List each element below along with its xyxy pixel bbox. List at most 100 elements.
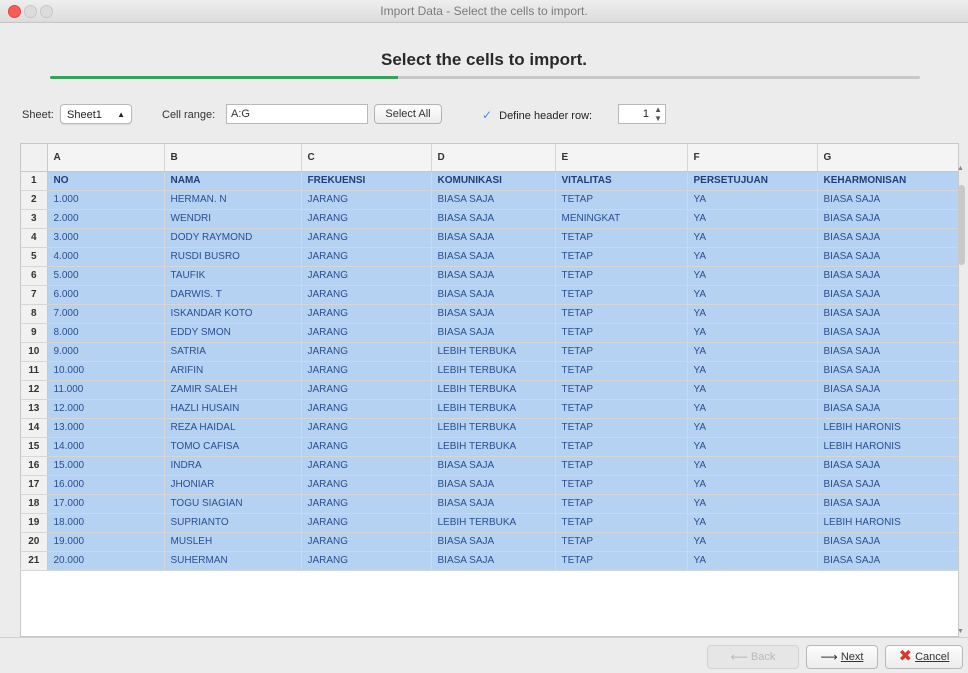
table-cell[interactable]: BIASA SAJA — [817, 247, 958, 267]
scroll-up-icon[interactable]: ▲ — [957, 165, 964, 172]
table-cell[interactable]: 8.000 — [47, 323, 165, 343]
row-number[interactable]: 15 — [21, 437, 48, 457]
table-cell[interactable]: 5.000 — [47, 266, 165, 286]
table-cell[interactable]: TOGU SIAGIAN — [164, 494, 302, 514]
table-cell[interactable]: LEBIH TERBUKA — [431, 437, 556, 457]
table-cell[interactable]: JARANG — [301, 551, 432, 571]
table-cell[interactable]: JARANG — [301, 513, 432, 533]
sheet-select[interactable]: Sheet1 ▲ — [60, 104, 132, 124]
table-cell[interactable]: TETAP — [555, 532, 688, 552]
table-cell[interactable]: SATRIA — [164, 342, 302, 362]
table-cell[interactable]: YA — [687, 323, 818, 343]
row-number[interactable]: 6 — [21, 266, 48, 286]
scrollbar-thumb[interactable] — [958, 185, 965, 265]
table-cell[interactable]: BIASA SAJA — [431, 285, 556, 305]
table-cell[interactable]: BIASA SAJA — [817, 361, 958, 381]
column-header[interactable]: D — [431, 144, 556, 172]
table-cell[interactable]: JARANG — [301, 399, 432, 419]
table-cell[interactable]: BIASA SAJA — [431, 475, 556, 495]
table-cell[interactable]: LEBIH TERBUKA — [431, 513, 556, 533]
row-number[interactable]: 1 — [21, 171, 48, 191]
table-cell[interactable]: FREKUENSI — [301, 171, 432, 191]
row-number[interactable]: 16 — [21, 456, 48, 476]
table-cell[interactable]: NO — [47, 171, 165, 191]
table-cell[interactable]: YA — [687, 266, 818, 286]
table-cell[interactable]: TETAP — [555, 418, 688, 438]
table-cell[interactable]: BIASA SAJA — [817, 456, 958, 476]
table-cell[interactable]: TETAP — [555, 551, 688, 571]
table-cell[interactable]: JARANG — [301, 437, 432, 457]
table-cell[interactable]: YA — [687, 513, 818, 533]
table-cell[interactable]: SUHERMAN — [164, 551, 302, 571]
table-cell[interactable]: ZAMIR SALEH — [164, 380, 302, 400]
table-cell[interactable]: BIASA SAJA — [431, 228, 556, 248]
table-cell[interactable]: YA — [687, 456, 818, 476]
table-cell[interactable]: YA — [687, 475, 818, 495]
table-cell[interactable]: SUPRIANTO — [164, 513, 302, 533]
table-cell[interactable]: 16.000 — [47, 475, 165, 495]
table-cell[interactable]: BIASA SAJA — [817, 228, 958, 248]
table-cell[interactable]: BIASA SAJA — [431, 247, 556, 267]
table-cell[interactable]: 6.000 — [47, 285, 165, 305]
table-cell[interactable]: JARANG — [301, 190, 432, 210]
table-cell[interactable]: 13.000 — [47, 418, 165, 438]
row-number[interactable]: 7 — [21, 285, 48, 305]
column-header[interactable]: C — [301, 144, 432, 172]
table-cell[interactable]: BIASA SAJA — [817, 342, 958, 362]
scroll-down-icon[interactable]: ▼ — [957, 628, 964, 635]
table-cell[interactable]: LEBIH TERBUKA — [431, 361, 556, 381]
table-cell[interactable]: YA — [687, 228, 818, 248]
cell-selection-grid[interactable]: A B C D E F G 1 NO NAMA FREKUENSI KOMUNIKASI… — [20, 143, 959, 637]
table-cell[interactable]: TETAP — [555, 342, 688, 362]
table-cell[interactable]: BIASA SAJA — [817, 190, 958, 210]
table-cell[interactable]: BIASA SAJA — [431, 494, 556, 514]
table-cell[interactable]: BIASA SAJA — [431, 190, 556, 210]
select-all-button[interactable]: Select All — [374, 104, 442, 124]
table-cell[interactable]: BIASA SAJA — [817, 285, 958, 305]
table-cell[interactable]: ARIFIN — [164, 361, 302, 381]
table-cell[interactable]: LEBIH HARONIS — [817, 513, 958, 533]
cell-range-input[interactable] — [226, 104, 368, 124]
cancel-button[interactable]: ✖ Cancel — [885, 645, 963, 669]
table-cell[interactable]: YA — [687, 418, 818, 438]
table-cell[interactable]: PERSETUJUAN — [687, 171, 818, 191]
table-cell[interactable]: JHONIAR — [164, 475, 302, 495]
table-cell[interactable]: ISKANDAR KOTO — [164, 304, 302, 324]
table-cell[interactable]: TOMO CAFISA — [164, 437, 302, 457]
table-cell[interactable]: BIASA SAJA — [817, 551, 958, 571]
table-cell[interactable]: JARANG — [301, 228, 432, 248]
table-cell[interactable]: YA — [687, 399, 818, 419]
table-cell[interactable]: BIASA SAJA — [431, 209, 556, 229]
row-number[interactable]: 3 — [21, 209, 48, 229]
table-cell[interactable]: TETAP — [555, 247, 688, 267]
table-cell[interactable]: 15.000 — [47, 456, 165, 476]
table-cell[interactable]: TETAP — [555, 285, 688, 305]
row-number[interactable]: 14 — [21, 418, 48, 438]
table-cell[interactable]: TETAP — [555, 190, 688, 210]
table-cell[interactable]: JARANG — [301, 266, 432, 286]
table-cell[interactable]: 4.000 — [47, 247, 165, 267]
row-number[interactable]: 5 — [21, 247, 48, 267]
table-cell[interactable]: DARWIS. T — [164, 285, 302, 305]
table-cell[interactable]: RUSDI BUSRO — [164, 247, 302, 267]
table-cell[interactable]: TETAP — [555, 228, 688, 248]
table-cell[interactable]: YA — [687, 532, 818, 552]
table-cell[interactable]: BIASA SAJA — [431, 304, 556, 324]
table-cell[interactable]: TETAP — [555, 475, 688, 495]
table-cell[interactable]: NAMA — [164, 171, 302, 191]
table-cell[interactable]: TETAP — [555, 494, 688, 514]
table-cell[interactable]: MENINGKAT — [555, 209, 688, 229]
table-cell[interactable]: LEBIH TERBUKA — [431, 342, 556, 362]
table-cell[interactable]: TAUFIK — [164, 266, 302, 286]
row-number[interactable]: 10 — [21, 342, 48, 362]
table-cell[interactable]: YA — [687, 380, 818, 400]
row-number[interactable]: 13 — [21, 399, 48, 419]
table-cell[interactable]: HERMAN. N — [164, 190, 302, 210]
table-cell[interactable]: LEBIH HARONIS — [817, 418, 958, 438]
table-cell[interactable]: KOMUNIKASI — [431, 171, 556, 191]
table-cell[interactable]: BIASA SAJA — [817, 304, 958, 324]
table-cell[interactable]: BIASA SAJA — [431, 551, 556, 571]
table-cell[interactable]: BIASA SAJA — [431, 323, 556, 343]
table-cell[interactable]: YA — [687, 190, 818, 210]
row-number[interactable]: 20 — [21, 532, 48, 552]
